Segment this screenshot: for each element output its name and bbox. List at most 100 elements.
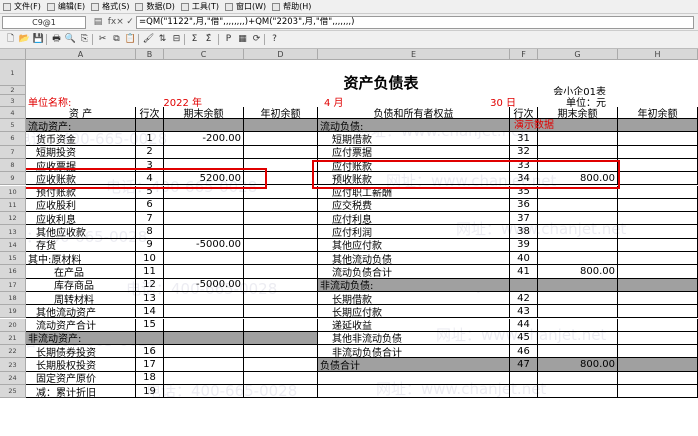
liability-end-balance[interactable] <box>538 278 618 292</box>
asset-end-balance[interactable] <box>164 252 244 266</box>
liability-item-name[interactable]: 其他流动负债 <box>318 252 510 266</box>
liability-begin-balance[interactable] <box>618 238 698 252</box>
save-icon[interactable]: 💾 <box>32 33 45 46</box>
asset-item-name[interactable]: 应收股利 <box>26 198 136 213</box>
liability-begin-balance[interactable] <box>618 185 698 199</box>
row-header-11[interactable]: 11 <box>0 198 26 213</box>
asset-end-balance[interactable] <box>164 358 244 372</box>
asset-item-name[interactable]: 货币资金 <box>26 132 136 146</box>
asset-item-name[interactable]: 短期投资 <box>26 145 136 159</box>
column-header-A[interactable]: A <box>26 49 136 60</box>
asset-begin-balance[interactable] <box>244 278 318 292</box>
liability-item-name[interactable]: 应交税费 <box>318 198 510 213</box>
asset-begin-balance[interactable] <box>244 331 318 346</box>
liability-end-balance[interactable] <box>538 345 618 359</box>
liability-end-balance[interactable] <box>538 252 618 266</box>
liability-end-balance[interactable]: 800.00 <box>538 265 618 279</box>
header-row-no[interactable]: 行次 <box>136 107 164 119</box>
asset-item-name[interactable]: 固定资产原价 <box>26 371 136 385</box>
asset-row-no[interactable]: 1 <box>136 132 164 146</box>
liability-item-name[interactable] <box>318 385 510 399</box>
new-icon[interactable]: 🗋 <box>4 33 17 46</box>
print-icon[interactable]: 🖶 <box>50 33 63 46</box>
liability-end-balance[interactable] <box>538 331 618 346</box>
liability-row-no[interactable]: 46 <box>510 345 538 359</box>
asset-end-balance[interactable]: -200.00 <box>164 132 244 146</box>
asset-item-name[interactable]: 非流动资产: <box>26 331 136 346</box>
asset-begin-balance[interactable] <box>244 198 318 213</box>
liability-row-no[interactable]: 39 <box>510 238 538 252</box>
row-header-20[interactable]: 20 <box>0 318 26 332</box>
liability-end-balance[interactable] <box>538 198 618 213</box>
liability-end-balance[interactable] <box>538 225 618 239</box>
asset-item-name[interactable]: 其他流动资产 <box>26 305 136 319</box>
company-name-label[interactable]: 单位名称: <box>26 95 136 108</box>
liability-end-balance[interactable] <box>538 212 618 226</box>
liability-row-no[interactable]: 40 <box>510 252 538 266</box>
liability-end-balance[interactable] <box>538 238 618 252</box>
asset-end-balance[interactable] <box>164 371 244 385</box>
asset-end-balance[interactable] <box>164 119 244 133</box>
asset-end-balance[interactable] <box>164 385 244 399</box>
row-header-15[interactable]: 15 <box>0 252 26 266</box>
asset-item-name[interactable]: 其中:原材料 <box>26 252 136 266</box>
liability-begin-balance[interactable] <box>618 371 698 385</box>
asset-end-balance[interactable] <box>164 331 244 346</box>
row-header-25[interactable]: 25 <box>0 385 26 399</box>
liability-begin-balance[interactable] <box>618 265 698 279</box>
menu-item-0[interactable]: 文件(F) <box>0 0 44 13</box>
row-header-21[interactable]: 21 <box>0 331 26 346</box>
row-header-13[interactable]: 13 <box>0 225 26 239</box>
liability-item-name[interactable]: 其他非流动负债 <box>318 331 510 346</box>
header-begin-balance-2[interactable]: 年初余额 <box>618 107 698 119</box>
liability-item-name[interactable]: 递延收益 <box>318 318 510 332</box>
asset-row-no[interactable]: 19 <box>136 385 164 399</box>
asset-begin-balance[interactable] <box>244 385 318 399</box>
sort-icon[interactable]: ⇅ <box>156 33 169 46</box>
asset-row-no[interactable]: 8 <box>136 225 164 239</box>
liability-begin-balance[interactable] <box>618 158 698 173</box>
liability-row-no[interactable]: 32 <box>510 145 538 159</box>
liability-begin-balance[interactable] <box>618 385 698 399</box>
asset-item-name[interactable]: 流动资产: <box>26 119 136 133</box>
menu-item-4[interactable]: 工具(T) <box>178 0 222 13</box>
asset-row-no[interactable]: 18 <box>136 371 164 385</box>
row-header-12[interactable]: 12 <box>0 212 26 226</box>
header-end-balance-2[interactable]: 期末余额 <box>538 107 618 119</box>
asset-begin-balance[interactable] <box>244 305 318 319</box>
liability-begin-balance[interactable] <box>618 358 698 372</box>
column-header-E[interactable]: E <box>318 49 510 60</box>
liability-end-balance[interactable] <box>538 132 618 146</box>
select-all-corner[interactable] <box>0 49 26 60</box>
liability-item-name[interactable]: 流动负债: <box>318 119 510 133</box>
row-header-6[interactable]: 6 <box>0 132 26 146</box>
liability-end-balance[interactable] <box>538 305 618 319</box>
liability-begin-balance[interactable] <box>618 132 698 146</box>
row-header-3[interactable]: 3 <box>0 95 26 107</box>
row-header-4[interactable]: 4 <box>0 107 26 119</box>
liability-item-name[interactable]: 负债合计 <box>318 358 510 372</box>
asset-begin-balance[interactable] <box>244 225 318 239</box>
asset-item-name[interactable]: 流动资产合计 <box>26 318 136 332</box>
row-header-19[interactable]: 19 <box>0 305 26 319</box>
help-pointer-icon[interactable]: ? <box>268 33 281 46</box>
header-begin-balance[interactable]: 年初余额 <box>244 107 318 119</box>
asset-row-no[interactable] <box>136 119 164 133</box>
cut-icon[interactable]: ✂ <box>96 33 109 46</box>
asset-row-no[interactable]: 9 <box>136 238 164 252</box>
asset-row-no[interactable]: 10 <box>136 252 164 266</box>
chart-icon[interactable]: ▦ <box>236 33 249 46</box>
liability-row-no[interactable]: 45 <box>510 331 538 346</box>
asset-row-no[interactable]: 14 <box>136 305 164 319</box>
report-day[interactable]: 30 日 <box>288 95 518 108</box>
asset-item-name[interactable]: 周转材料 <box>26 291 136 306</box>
asset-begin-balance[interactable] <box>244 371 318 385</box>
row-header-18[interactable]: 18 <box>0 291 26 306</box>
asset-end-balance[interactable] <box>164 212 244 226</box>
asset-begin-balance[interactable] <box>244 345 318 359</box>
liability-item-name[interactable]: 流动负债合计 <box>318 265 510 279</box>
asset-item-name[interactable]: 应收利息 <box>26 212 136 226</box>
asset-begin-balance[interactable] <box>244 252 318 266</box>
liability-row-no[interactable]: 37 <box>510 212 538 226</box>
liability-end-balance[interactable] <box>538 145 618 159</box>
